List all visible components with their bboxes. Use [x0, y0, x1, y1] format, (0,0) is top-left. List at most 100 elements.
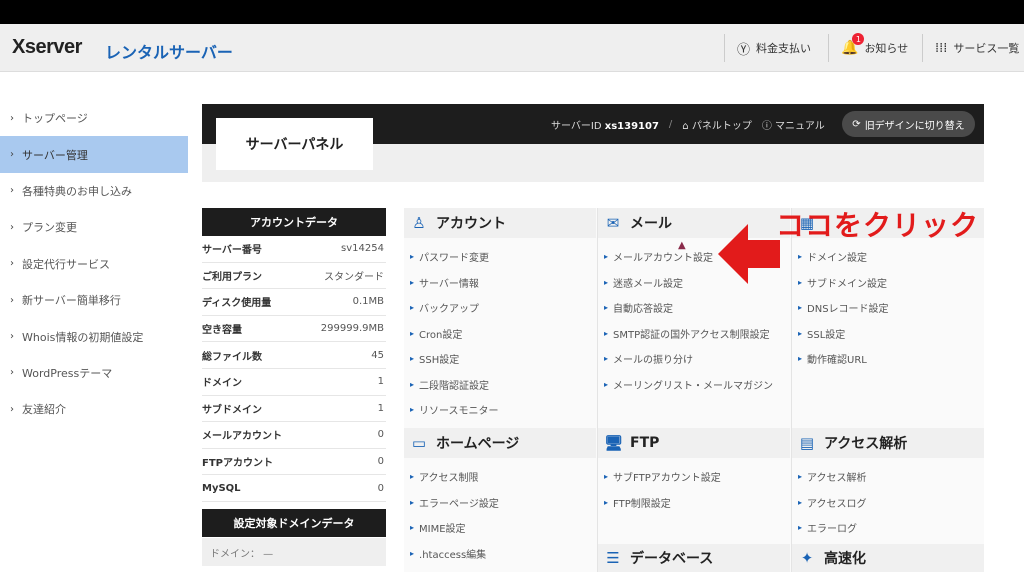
sidebar-item-setup-service[interactable]: › 設定代行サービス [0, 246, 188, 282]
chevron-right-icon: › [10, 221, 14, 233]
notice-label: お知らせ [864, 42, 909, 55]
chevron-right-icon: › [10, 367, 14, 379]
bullet-icon: ▸ [604, 497, 609, 507]
sidebar-item-migration[interactable]: › 新サーバー簡単移行 [0, 282, 188, 318]
section-ftp-items: ▸ サブFTPアカウント設定 ▸ FTP制限設定 [598, 464, 790, 515]
bullet-icon: ▸ [604, 303, 609, 313]
menu-link-domain[interactable]: ▸ ドメイン設定 [792, 244, 984, 270]
account-row: 空き容量 299999.9MB [202, 316, 386, 343]
menu-link-error-page[interactable]: ▸ エラーページ設定 [404, 490, 596, 516]
section-account-header: ♙ アカウント [404, 208, 596, 238]
section-domain-items: ▸ ドメイン設定 ▸ サブドメイン設定 ▸ DNSレコード設定 ▸ SSL設定 ▸ 動作確… [792, 244, 984, 372]
menu-link-password[interactable]: ▸ パスワード変更 [404, 244, 596, 270]
user-icon: ♙ [412, 214, 426, 232]
bullet-icon: ▸ [410, 379, 415, 389]
menu-link-test-url[interactable]: ▸ 動作確認URL [792, 346, 984, 372]
section-homepage-items: ▸ アクセス制限 ▸ エラーページ設定 ▸ MIME設定 ▸ .htaccess編集 [404, 464, 596, 566]
red-arrow-icon [718, 224, 780, 284]
menu-link-error-log[interactable]: ▸ エラーログ [792, 515, 984, 541]
home-icon: ⌂ [682, 120, 689, 132]
menu-link-mail-filter[interactable]: ▸ メールの振り分け [598, 346, 790, 372]
sidebar-item-whois[interactable]: › Whois情報の初期値設定 [0, 318, 188, 354]
account-row: メールアカウント 0 [202, 422, 386, 449]
bullet-icon: ▸ [604, 277, 609, 287]
account-row: 総ファイル数 45 [202, 342, 386, 369]
notice-button[interactable]: 🔔 1 お知らせ [828, 33, 909, 62]
sidebar-item-plan[interactable]: › プラン変更 [0, 209, 188, 245]
old-design-button[interactable]: ⟳ 旧デザインに切り替え [842, 111, 975, 137]
bullet-icon: ▸ [410, 303, 415, 313]
domain-data-title: 設定対象ドメインデータ [202, 509, 386, 537]
account-row: ご利用プラン スタンダード [202, 263, 386, 290]
bullet-icon: ▸ [410, 252, 415, 262]
sidebar-item-top[interactable]: › トップページ [0, 100, 188, 136]
bullet-icon: ▸ [798, 354, 803, 364]
bullet-icon: ▸ [410, 472, 415, 482]
payment-button[interactable]: Ⓨ 料金支払い [724, 34, 811, 62]
sidebar-item-wordpress-theme[interactable]: › WordPressテーマ [0, 355, 188, 391]
menu-link-subdomain[interactable]: ▸ サブドメイン設定 [792, 270, 984, 296]
section-account-items: ▸ パスワード変更 ▸ サーバー情報 ▸ バックアップ ▸ Cron設定 ▸ SSH設定 … [404, 244, 596, 423]
menu-link-ssh[interactable]: ▸ SSH設定 [404, 346, 596, 372]
help-circle-icon: ⓘ [761, 120, 772, 132]
manual-link[interactable]: ⓘ マニュアル [762, 117, 825, 132]
xserver-logo[interactable]: Xserver [12, 36, 82, 59]
chevron-right-icon: › [10, 149, 14, 161]
bullet-icon: ▸ [410, 523, 415, 533]
mail-icon: ✉ [606, 214, 620, 232]
bullet-icon: ▸ [604, 328, 609, 338]
menu-link-access-analysis[interactable]: ▸ アクセス解析 [792, 464, 984, 490]
bullet-icon: ▸ [798, 497, 803, 507]
services-label: サービス一覧 [953, 42, 1020, 55]
sidebar-item-referral[interactable]: › 友達紹介 [0, 391, 188, 427]
payment-label: 料金支払い [756, 42, 812, 55]
bullet-icon: ▸ [798, 252, 803, 262]
account-row: MySQL 0 [202, 475, 386, 502]
bar-chart-icon: ▤ [799, 434, 815, 452]
menu-link-access-restriction[interactable]: ▸ アクセス制限 [404, 464, 596, 490]
section-homepage-header: ▭ ホームページ [404, 428, 596, 458]
mouse-cursor-icon: ▲ [678, 240, 686, 251]
bullet-icon: ▸ [604, 472, 609, 482]
yen-circle-icon: Ⓨ [737, 42, 751, 58]
section-speed-header: ✦ 高速化 [792, 544, 984, 572]
menu-link-backup[interactable]: ▸ バックアップ [404, 295, 596, 321]
bullet-icon: ▸ [410, 497, 415, 507]
bullet-icon: ▸ [798, 328, 803, 338]
bullet-icon: ▸ [604, 354, 609, 364]
account-row: ディスク使用量 0.1MB [202, 289, 386, 316]
bullet-icon: ▸ [410, 354, 415, 364]
services-button[interactable]: ⁞⁞⁞ サービス一覧 [922, 34, 1019, 62]
menu-link-htaccess[interactable]: ▸ .htaccess編集 [404, 541, 596, 567]
menu-link-ssl[interactable]: ▸ SSL設定 [792, 321, 984, 347]
domain-data-row: ドメイン： — [202, 538, 386, 566]
video-top-bar [0, 0, 1024, 24]
menu-link-resource-monitor[interactable]: ▸ リソースモニター [404, 397, 596, 423]
panel-top-link[interactable]: ⌂ パネルトップ [682, 117, 752, 132]
menu-link-mailing-list[interactable]: ▸ メーリングリスト・メールマガジン [598, 372, 790, 398]
menu-link-access-log[interactable]: ▸ アクセスログ [792, 490, 984, 516]
menu-link-autoreply[interactable]: ▸ 自動応答設定 [598, 295, 790, 321]
bullet-icon: ▸ [410, 277, 415, 287]
chevron-right-icon: › [10, 294, 14, 306]
notice-badge: 1 [852, 33, 865, 45]
bullet-icon: ▸ [410, 548, 415, 558]
menu-link-server-info[interactable]: ▸ サーバー情報 [404, 270, 596, 296]
sidebar-item-server[interactable]: › サーバー管理 [0, 136, 188, 173]
section-ftp-header: 🖥 FTP [598, 428, 790, 458]
chevron-right-icon: › [10, 331, 14, 343]
bullet-icon: ▸ [798, 277, 803, 287]
menu-link-mime[interactable]: ▸ MIME設定 [404, 515, 596, 541]
logo-subtitle[interactable]: レンタルサーバー [105, 39, 233, 63]
sidebar-item-benefits[interactable]: › 各種特典のお申し込み [0, 173, 188, 209]
menu-link-cron[interactable]: ▸ Cron設定 [404, 321, 596, 347]
menu-link-smtp-restriction[interactable]: ▸ SMTP認証の国外アクセス制限設定 [598, 321, 790, 347]
menu-link-ftp-restriction[interactable]: ▸ FTP制限設定 [598, 490, 790, 516]
bullet-icon: ▸ [604, 252, 609, 262]
account-row: サブドメイン 1 [202, 396, 386, 423]
menu-link-2fa[interactable]: ▸ 二段階認証設定 [404, 372, 596, 398]
menu-link-dns[interactable]: ▸ DNSレコード設定 [792, 295, 984, 321]
switch-icon: ⟳ [852, 118, 861, 130]
sidebar: › トップページ › サーバー管理 › 各種特典のお申し込み › プラン変更 › 設定代行… [0, 100, 188, 428]
menu-link-sub-ftp[interactable]: ▸ サブFTPアカウント設定 [598, 464, 790, 490]
